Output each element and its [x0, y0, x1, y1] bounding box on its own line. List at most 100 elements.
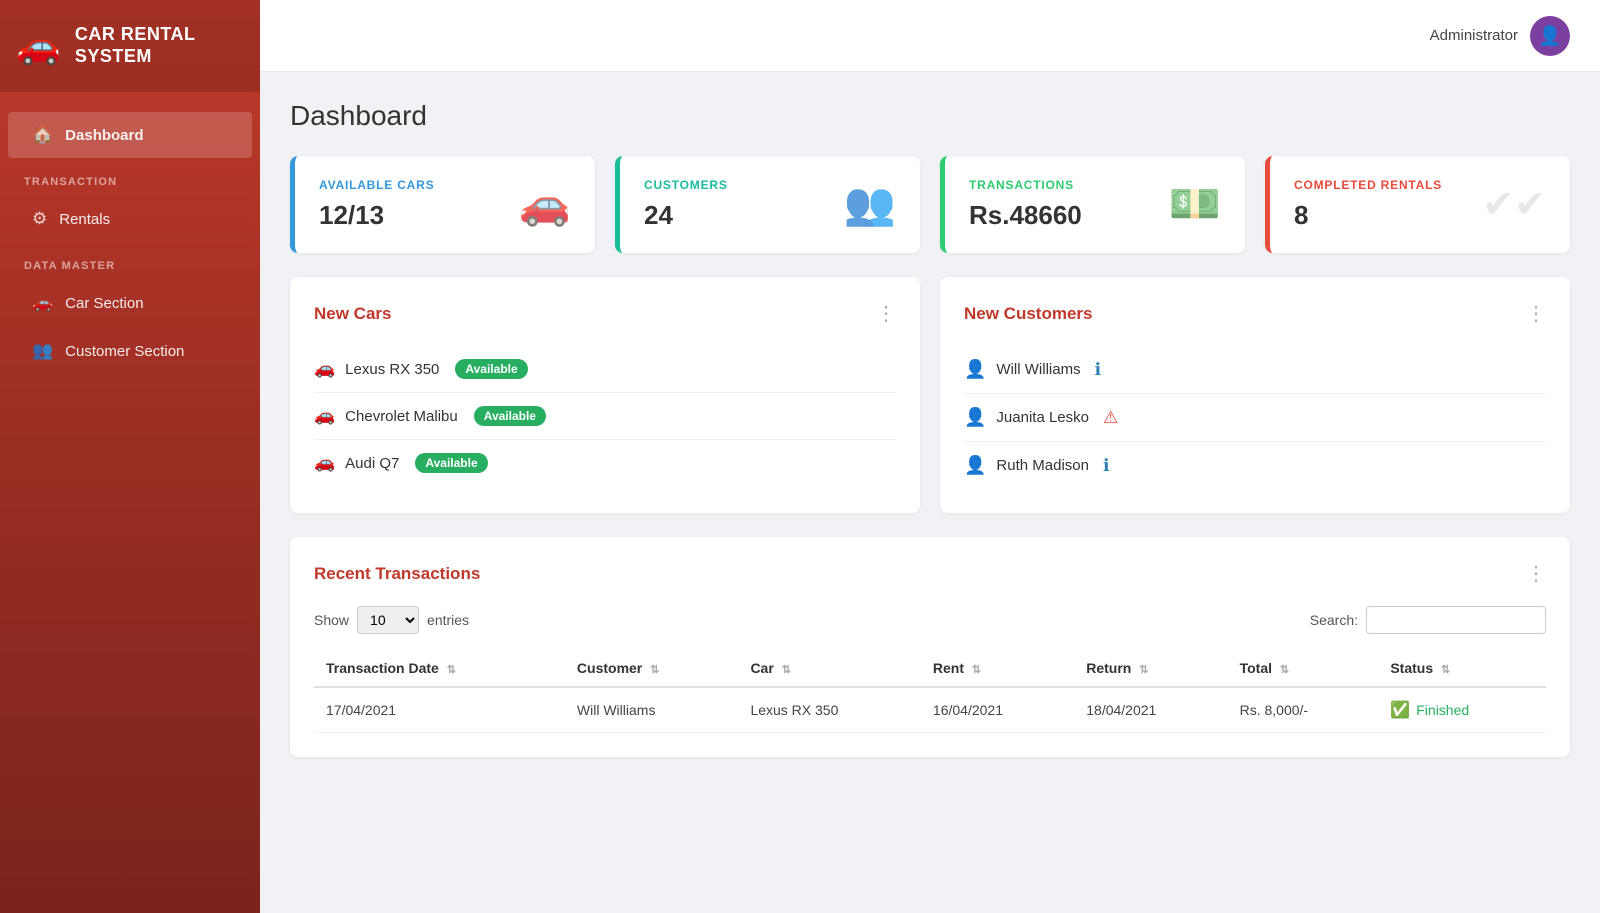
table-row: 17/04/2021 Will Williams Lexus RX 350 16… [314, 687, 1546, 733]
col-status[interactable]: Status ⇅ [1378, 650, 1546, 687]
stat-card-completed-rentals: COMPLETED RENTALS 8 ✔✔ [1265, 156, 1570, 253]
sidebar-item-car-section[interactable]: 🚗 Car Section [8, 280, 252, 326]
customer-name: Ruth Madison [996, 457, 1089, 474]
stat-cards-row: AVAILABLE CARS 12/13 🚗 CUSTOMERS 24 👥 TR… [290, 156, 1570, 253]
sidebar-logo-icon: 🚗 [16, 25, 61, 67]
avatar: 👤 [1530, 16, 1570, 56]
new-customers-title: New Customers [964, 304, 1092, 324]
available-cars-label: AVAILABLE CARS [319, 178, 434, 192]
transactions-table: Transaction Date ⇅ Customer ⇅ Car ⇅ Re [314, 650, 1546, 733]
sidebar: 🚗 CAR RENTAL SYSTEM 🏠 Dashboard TRANSACT… [0, 0, 260, 913]
entries-select[interactable]: 10 25 50 100 [357, 606, 419, 634]
table-controls: Show 10 25 50 100 entries Search: [314, 606, 1546, 634]
car-item-name: Lexus RX 350 [345, 361, 439, 378]
panels-row: New Cars ⋮ 🚗 Lexus RX 350 Available 🚗 Ch… [290, 277, 1570, 513]
sidebar-item-customer-section[interactable]: 👥 Customer Section [8, 328, 252, 374]
topbar: Administrator 👤 [260, 0, 1600, 72]
checkmark-stat-icon: ✔✔ [1482, 182, 1546, 227]
col-car[interactable]: Car ⇅ [738, 650, 920, 687]
cell-total: Rs. 8,000/- [1228, 687, 1379, 733]
col-rent[interactable]: Rent ⇅ [921, 650, 1074, 687]
sidebar-header: 🚗 CAR RENTAL SYSTEM [0, 0, 260, 92]
new-customers-list: 👤 Will Williams ℹ 👤 Juanita Lesko ⚠ 👤 Ru… [964, 346, 1546, 489]
col-total[interactable]: Total ⇅ [1228, 650, 1379, 687]
sort-icon: ⇅ [447, 664, 456, 676]
money-stat-icon: 💵 [1169, 180, 1221, 229]
sort-icon: ⇅ [972, 664, 981, 676]
car-item-icon: 🚗 [314, 359, 335, 379]
dashboard-content: Dashboard AVAILABLE CARS 12/13 🚗 CUSTOME… [260, 72, 1600, 913]
status-finished: ✅ Finished [1390, 700, 1534, 720]
transactions-value: Rs.48660 [969, 200, 1082, 231]
page-title: Dashboard [290, 100, 1570, 132]
sidebar-item-rentals[interactable]: ⚙ Rentals [8, 196, 252, 242]
customer-avatar-icon: 👤 [964, 359, 986, 380]
customer-avatar-icon: 👤 [964, 407, 986, 428]
status-label: Finished [1416, 702, 1469, 718]
col-transaction-date[interactable]: Transaction Date ⇅ [314, 650, 565, 687]
car-item-name: Audi Q7 [345, 455, 399, 472]
transactions-table-body: 17/04/2021 Will Williams Lexus RX 350 16… [314, 687, 1546, 733]
transactions-menu-icon[interactable]: ⋮ [1526, 561, 1546, 586]
car-item-icon: 🚗 [314, 453, 335, 473]
car-item-icon: 🚗 [314, 406, 335, 426]
col-return[interactable]: Return ⇅ [1074, 650, 1227, 687]
stat-card-available-cars: AVAILABLE CARS 12/13 🚗 [290, 156, 595, 253]
car-status-badge: Available [415, 453, 487, 473]
customer-info-icon-blue: ℹ [1103, 456, 1109, 476]
car-status-badge: Available [455, 359, 527, 379]
new-customers-menu-icon[interactable]: ⋮ [1526, 301, 1546, 326]
car-item-audi: 🚗 Audi Q7 Available [314, 440, 896, 486]
col-customer[interactable]: Customer ⇅ [565, 650, 739, 687]
available-cars-value: 12/13 [319, 200, 434, 231]
sort-icon: ⇅ [1280, 664, 1289, 676]
cell-transaction-date: 17/04/2021 [314, 687, 565, 733]
new-cars-panel-header: New Cars ⋮ [314, 301, 896, 326]
new-cars-menu-icon[interactable]: ⋮ [876, 301, 896, 326]
sidebar-nav: 🏠 Dashboard TRANSACTION ⚙ Rentals DATA M… [0, 92, 260, 394]
show-entries-control: Show 10 25 50 100 entries [314, 606, 469, 634]
home-icon: 🏠 [32, 125, 53, 145]
customer-avatar-icon: 👤 [964, 455, 986, 476]
customers-value: 24 [644, 200, 728, 231]
sort-icon: ⇅ [1441, 664, 1450, 676]
nav-section-data-master: DATA MASTER [0, 244, 260, 278]
sort-icon: ⇅ [782, 664, 791, 676]
show-label: Show [314, 612, 349, 628]
completed-rentals-label: COMPLETED RENTALS [1294, 178, 1442, 192]
search-label: Search: [1310, 612, 1358, 628]
sort-icon: ⇅ [1139, 664, 1148, 676]
sidebar-item-dashboard[interactable]: 🏠 Dashboard [8, 112, 252, 158]
transactions-panel: Recent Transactions ⋮ Show 10 25 50 100 … [290, 537, 1570, 757]
sort-icon: ⇅ [650, 664, 659, 676]
car-stat-icon: 🚗 [519, 180, 571, 229]
customers-stat-icon: 👥 [844, 180, 896, 229]
customers-icon: 👥 [32, 341, 53, 361]
stat-card-customers: CUSTOMERS 24 👥 [615, 156, 920, 253]
stat-card-transactions: TRANSACTIONS Rs.48660 💵 [940, 156, 1245, 253]
gear-icon: ⚙ [32, 209, 47, 229]
cell-status: ✅ Finished [1378, 687, 1546, 733]
car-icon: 🚗 [32, 293, 53, 313]
transactions-title: Recent Transactions [314, 564, 480, 584]
new-cars-list: 🚗 Lexus RX 350 Available 🚗 Chevrolet Mal… [314, 346, 896, 486]
new-cars-title: New Cars [314, 304, 391, 324]
check-circle-icon: ✅ [1390, 700, 1410, 720]
transactions-panel-header: Recent Transactions ⋮ [314, 561, 1546, 586]
car-item-name: Chevrolet Malibu [345, 408, 458, 425]
search-input[interactable] [1366, 606, 1546, 634]
customer-item-ruth: 👤 Ruth Madison ℹ [964, 442, 1546, 489]
new-customers-panel-header: New Customers ⋮ [964, 301, 1546, 326]
car-item-chevrolet: 🚗 Chevrolet Malibu Available [314, 393, 896, 440]
transactions-table-head: Transaction Date ⇅ Customer ⇅ Car ⇅ Re [314, 650, 1546, 687]
customer-info-icon-blue: ℹ [1095, 360, 1101, 380]
customer-item-juanita: 👤 Juanita Lesko ⚠ [964, 394, 1546, 442]
customer-name: Will Williams [996, 361, 1080, 378]
cell-car: Lexus RX 350 [738, 687, 920, 733]
customer-warning-icon-red: ⚠ [1103, 408, 1118, 428]
main-content: Administrator 👤 Dashboard AVAILABLE CARS… [260, 0, 1600, 913]
customer-item-will: 👤 Will Williams ℹ [964, 346, 1546, 394]
car-status-badge: Available [474, 406, 546, 426]
transactions-label: TRANSACTIONS [969, 178, 1082, 192]
sidebar-title: CAR RENTAL SYSTEM [75, 24, 196, 67]
